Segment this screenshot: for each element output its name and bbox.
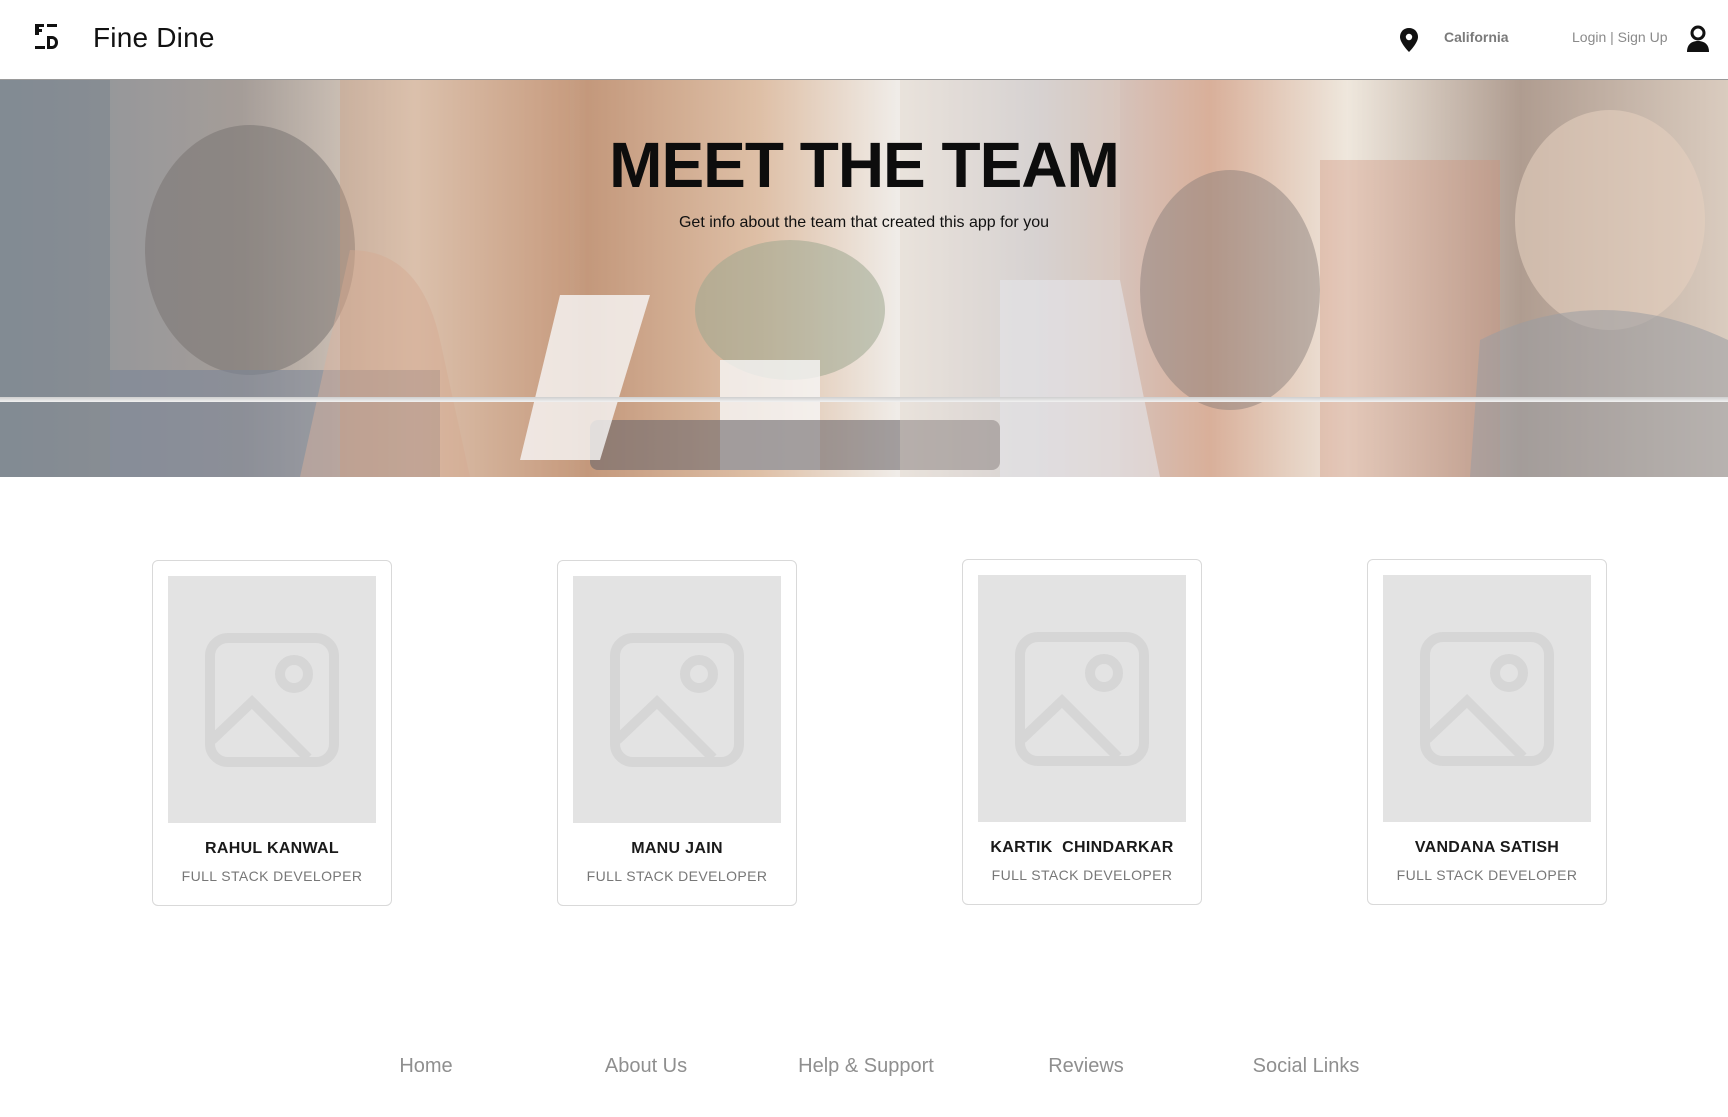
image-placeholder-icon [1015,632,1149,766]
member-role: FULL STACK DEVELOPER [586,868,768,884]
team-member-card[interactable]: RAHUL KANWAL FULL STACK DEVELOPER [152,560,392,906]
member-name: RAHUL KANWAL [205,840,339,857]
footer-link-reviews[interactable]: Reviews [986,1055,1186,1078]
page-title: MEET THE TEAM [609,129,1120,201]
footer-link-about-us[interactable]: About Us [546,1055,746,1078]
team-member-card[interactable]: MANU JAIN FULL STACK DEVELOPER [557,560,797,906]
location-label[interactable]: California [1444,29,1509,45]
team-member-card[interactable]: VANDANA SATISH FULL STACK DEVELOPER [1367,559,1607,905]
member-photo-placeholder [168,576,376,823]
member-name: MANU JAIN [631,840,723,857]
member-name: KARTIK CHINDARKAR [990,839,1174,856]
team-member-card[interactable]: KARTIK CHINDARKAR FULL STACK DEVELOPER [962,559,1202,905]
login-signup-link[interactable]: Login | Sign Up [1572,29,1667,45]
user-icon[interactable] [1685,25,1711,53]
image-placeholder-icon [610,633,744,767]
top-navbar: Fine Dine California Login | Sign Up [0,0,1728,80]
brand-name[interactable]: Fine Dine [93,22,215,54]
member-name: VANDANA SATISH [1414,839,1560,856]
member-role: FULL STACK DEVELOPER [991,867,1173,883]
hero-banner: MEET THE TEAM Get info about the team th… [0,80,1728,477]
image-placeholder-icon [205,633,339,767]
footer-link-home[interactable]: Home [326,1055,526,1078]
footer-link-social-links[interactable]: Social Links [1206,1055,1406,1078]
member-photo-placeholder [978,575,1186,822]
member-photo-placeholder [1383,575,1591,822]
location-pin-icon[interactable] [1398,27,1420,53]
member-photo-placeholder [573,576,781,823]
member-role: FULL STACK DEVELOPER [181,868,363,884]
footer-link-help-support[interactable]: Help & Support [766,1055,966,1078]
member-role: FULL STACK DEVELOPER [1396,867,1578,883]
fd-logo-icon[interactable] [33,22,61,52]
page-subtitle: Get info about the team that created thi… [678,214,1049,231]
hero-divider [0,397,1728,402]
image-placeholder-icon [1420,632,1554,766]
